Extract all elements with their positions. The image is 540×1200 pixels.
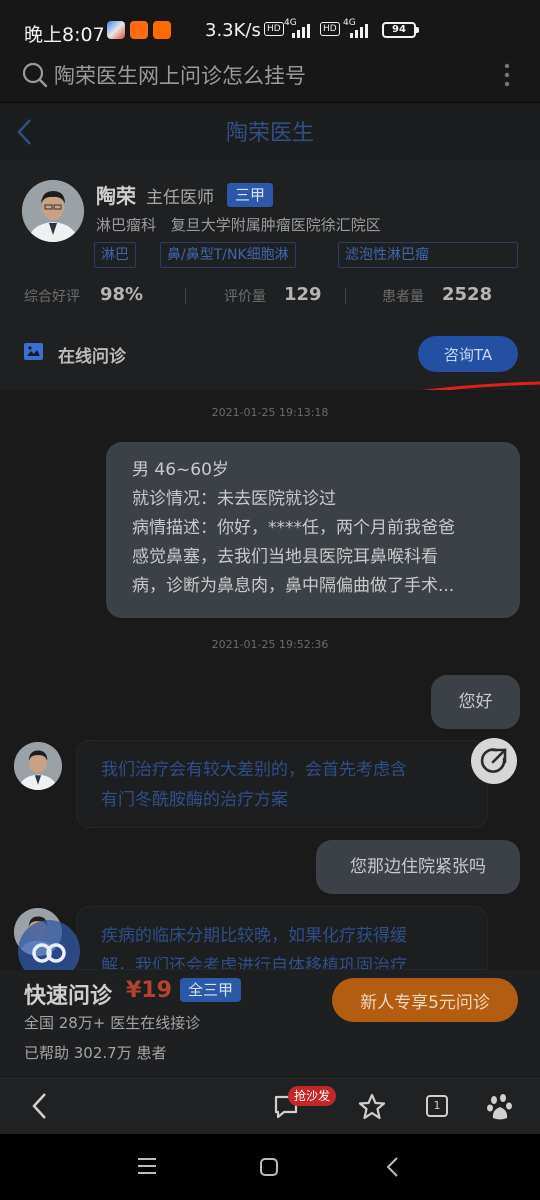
doctor-department: 淋巴瘤科 复旦大学附属肿瘤医院徐汇院区 bbox=[96, 214, 381, 235]
chat-area[interactable]: 2021-01-25 19:13:18 男 46~60岁 就诊情况：未去医院就诊… bbox=[0, 390, 540, 970]
expertise-tag[interactable]: 鼻/鼻型T/NK细胞淋 bbox=[160, 242, 296, 268]
stat-value-reviews: 129 bbox=[284, 284, 322, 305]
quick-consult-price: ¥19 bbox=[126, 978, 172, 1003]
doctor-avatar[interactable] bbox=[22, 180, 84, 242]
baidu-paw-icon[interactable] bbox=[486, 1092, 514, 1122]
mi-notification-icon bbox=[153, 21, 171, 39]
status-bar: 晚上8:07 3.3K/s HD 4G HD 4G 94 bbox=[0, 0, 540, 58]
consult-button[interactable]: 咨询TA bbox=[418, 336, 518, 372]
stat-value-rating: 98% bbox=[100, 284, 144, 305]
patient-info-line: 病情描述：你好，****任，两个月前我爸爸 bbox=[132, 518, 455, 538]
doctor-message-line: 解，我们还会考虑进行自体移植巩固治疗 bbox=[101, 956, 407, 970]
quick-consult-helped: 已帮助 302.7万 患者 bbox=[24, 1044, 167, 1062]
patient-info-line: 就诊情况：未去医院就诊过 bbox=[132, 489, 336, 509]
doctor-name: 陶荣 bbox=[96, 184, 136, 208]
system-navigation-bar bbox=[0, 1134, 540, 1200]
patient-info-line: 感觉鼻塞，去我们当地县医院耳鼻喉科看 bbox=[132, 547, 438, 567]
page-title: 陶荣医生 bbox=[225, 121, 314, 146]
patient-message: 您好 bbox=[431, 675, 520, 729]
battery-icon: 94 bbox=[382, 22, 419, 38]
system-back-icon[interactable] bbox=[384, 1156, 402, 1178]
hospital-level-badge: 三甲 bbox=[227, 183, 274, 207]
department-name: 淋巴瘤科 bbox=[96, 216, 157, 234]
back-icon[interactable] bbox=[28, 1091, 52, 1121]
doctor-title: 主任医师 bbox=[146, 188, 214, 208]
hd-icon: HD bbox=[320, 22, 340, 36]
doctor-avatar-small[interactable] bbox=[14, 742, 62, 790]
stat-label-rating: 综合好评 bbox=[24, 289, 80, 305]
message-timestamp: 2021-01-25 19:52:36 bbox=[211, 638, 329, 651]
home-icon[interactable] bbox=[258, 1156, 280, 1178]
image-icon bbox=[24, 343, 43, 360]
menu-icon[interactable] bbox=[136, 1156, 158, 1176]
doctor-card: 陶荣 主任医师 三甲 淋巴瘤科 复旦大学附属肿瘤医院徐汇院区 淋巴 鼻/鼻型T/… bbox=[0, 160, 540, 390]
doctor-message: 我们治疗会有较大差别的，会首先考虑含 有门冬酰胺酶的治疗方案 bbox=[76, 740, 488, 828]
quick-consult-doctors: 全国 28万+ 医生在线接诊 bbox=[24, 1014, 201, 1032]
stat-label-patients: 患者量 bbox=[382, 289, 424, 305]
share-button[interactable] bbox=[471, 738, 517, 784]
page-header: 陶荣医生 bbox=[0, 102, 540, 160]
app-notification-icon bbox=[107, 21, 125, 39]
more-options-icon[interactable] bbox=[500, 60, 514, 90]
comment-badge: 抢沙发 bbox=[288, 1086, 337, 1106]
hospital-name: 复旦大学附属肿瘤医院徐汇院区 bbox=[170, 216, 381, 234]
stat-value-patients: 2528 bbox=[442, 284, 493, 305]
hd-icon: HD bbox=[264, 22, 284, 36]
stat-label-reviews: 评价量 bbox=[224, 289, 266, 305]
search-icon bbox=[22, 62, 48, 88]
stat-divider bbox=[345, 288, 346, 304]
star-icon[interactable] bbox=[357, 1092, 387, 1122]
doctor-message: 疾病的临床分期比较晚，如果化疗获得缓 解，我们还会考虑进行自体移植巩固治疗 bbox=[76, 906, 488, 970]
status-time: 晚上8:07 bbox=[24, 24, 105, 46]
share-icon bbox=[480, 748, 507, 773]
patient-info-bubble: 男 46~60岁 就诊情况：未去医院就诊过 病情描述：你好，****任，两个月前… bbox=[106, 442, 520, 618]
patient-info-line: 男 46~60岁 bbox=[132, 460, 229, 480]
quick-consult-title: 快速问诊 bbox=[24, 984, 113, 1009]
quick-consult-badge: 全三甲 bbox=[180, 978, 242, 1002]
expertise-tag[interactable]: 淋巴 bbox=[94, 242, 136, 268]
signal-icon bbox=[350, 24, 368, 38]
taobao-notification-icon bbox=[130, 21, 148, 39]
online-consult-label: 在线问诊 bbox=[58, 347, 126, 367]
doctor-message-line: 有门冬酰胺酶的治疗方案 bbox=[101, 790, 288, 810]
signal-icon bbox=[292, 24, 310, 38]
network-speed: 3.3K/s bbox=[205, 20, 261, 41]
doctor-message-line: 我们治疗会有较大差别的，会首先考虑含 bbox=[101, 760, 407, 780]
patient-info-line: 病，诊断为鼻息肉，鼻中隔偏曲做了手术... bbox=[132, 576, 455, 596]
tabs-count-icon[interactable]: 1 bbox=[426, 1095, 448, 1117]
new-user-promo-button[interactable]: 新人专享5元问诊 bbox=[332, 978, 518, 1022]
expertise-tag[interactable]: 滤泡性淋巴瘤 bbox=[338, 242, 518, 268]
quick-consult-panel: 快速问诊 ¥19 全三甲 全国 28万+ 医生在线接诊 已帮助 302.7万 患… bbox=[0, 970, 540, 1078]
search-bar[interactable]: 陶荣医生网上问诊怎么挂号 bbox=[0, 58, 540, 100]
patient-message: 您那边住院紧张吗 bbox=[316, 840, 520, 894]
stat-divider bbox=[185, 288, 186, 304]
search-input[interactable]: 陶荣医生网上问诊怎么挂号 bbox=[54, 60, 306, 90]
doctor-photo-icon bbox=[22, 180, 84, 242]
bottom-toolbar: 抢沙发 1 bbox=[0, 1078, 540, 1134]
doctor-photo-icon bbox=[14, 742, 62, 790]
doctor-message-line: 疾病的临床分期比较晚，如果化疗获得缓 bbox=[101, 926, 407, 946]
message-timestamp: 2021-01-25 19:13:18 bbox=[211, 406, 329, 419]
